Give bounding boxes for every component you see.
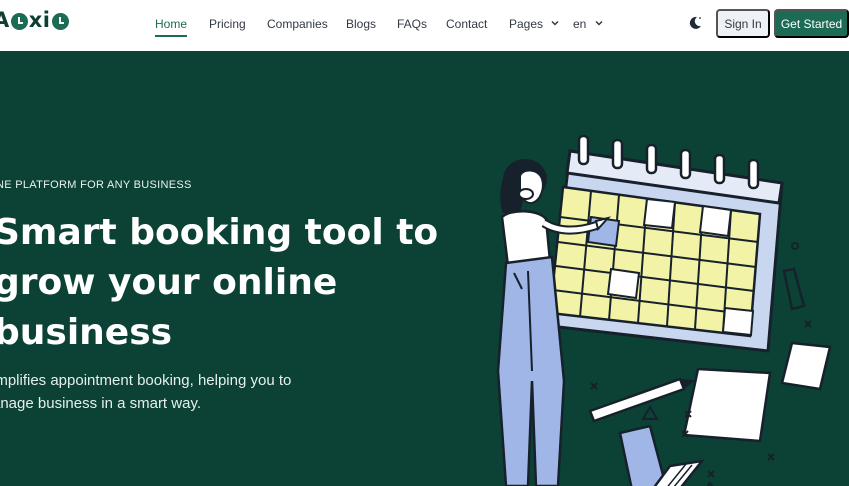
logo[interactable]: Axi [0, 8, 70, 32]
nav-companies[interactable]: Companies [267, 17, 328, 31]
hero-description: implifies appointment booking, helping y… [0, 369, 332, 415]
nav-pages-label: Pages [509, 17, 544, 31]
nav-faqs[interactable]: FAQs [397, 17, 427, 31]
hero-description-line: anage business in a smart way. [0, 395, 201, 412]
paper-sheets-illustration [682, 341, 832, 443]
nav-pricing[interactable]: Pricing [209, 17, 246, 31]
pencil-illustration [588, 377, 696, 423]
logo-clock-icon [51, 12, 69, 30]
get-started-button[interactable]: Get Started [774, 9, 849, 38]
hero-section: NE PLATFORM FOR ANY BUSINESS Smart booki… [0, 51, 849, 486]
calendar-illustration [548, 134, 784, 353]
chevron-down-icon [595, 20, 603, 26]
nav-home[interactable]: Home [155, 17, 188, 37]
moon-icon[interactable] [687, 15, 703, 31]
logo-text: A [0, 8, 10, 32]
site-header: Axi Home Pricing Companies Blogs FAQs Co… [0, 0, 849, 51]
hero-description-line: implifies appointment booking, helping y… [0, 372, 292, 389]
sign-in-button[interactable]: Sign In [716, 9, 770, 38]
nav-language-label: en [573, 17, 587, 31]
chevron-down-icon [551, 20, 559, 26]
hero-tagline: NE PLATFORM FOR ANY BUSINESS [0, 179, 192, 191]
hero-headline-line: grow your online [0, 262, 338, 303]
logo-clock-icon [10, 12, 28, 30]
nav-language-dropdown[interactable]: en [573, 17, 603, 31]
nav-pages-dropdown[interactable]: Pages [509, 17, 559, 31]
hero-headline-line: business [0, 312, 173, 353]
nav-contact[interactable]: Contact [446, 17, 487, 31]
hero-headline-line: Smart booking tool to [0, 212, 439, 253]
hero-headline: Smart booking tool to grow your online b… [0, 208, 439, 358]
calendar-booking-illustration [496, 134, 832, 486]
logo-text-rest: xi [28, 8, 51, 32]
nav-blogs[interactable]: Blogs [346, 17, 376, 31]
